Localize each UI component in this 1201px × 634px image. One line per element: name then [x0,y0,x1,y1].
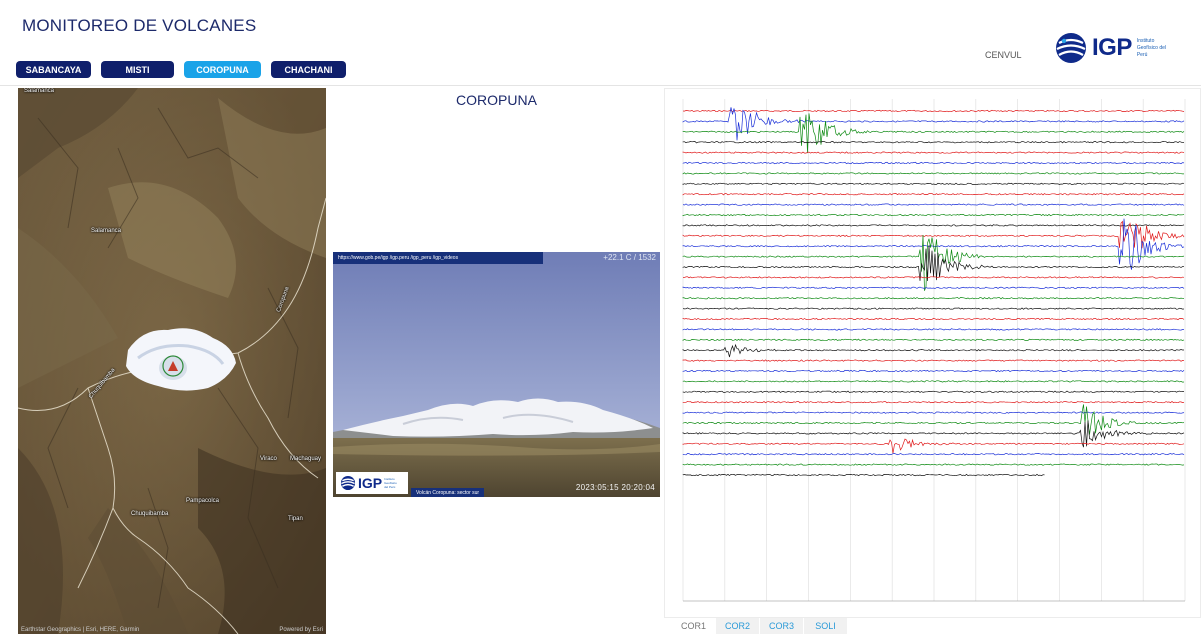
igp-logo[interactable]: IGP Instituto Geofísico del Perú [1054,30,1184,66]
station-tabs: COR1 COR2 COR3 SOLI [672,618,848,634]
tab-coropuna[interactable]: COROPUNA [184,61,261,78]
page-title: MONITOREO DE VOLCANES [22,16,257,35]
seismic-trace [682,297,1185,300]
seismic-trace [682,151,1185,154]
map-label: Chuquibamba [131,511,169,517]
map-attribution: Earthstar Geographics | Esri, HERE, Garm… [21,627,140,633]
logo-text: IGP [1092,34,1132,61]
seismic-trace [682,203,1185,206]
map-imagery [18,88,326,634]
webcam-scene [333,252,660,497]
camera-links-bar[interactable]: https://www.gob.pe/igp /igp.peru /igp_pe… [333,252,543,264]
camera-timestamp: 2023:05:15 20:20:04 [575,483,655,492]
logo-subtitle: Instituto Geofísico del Perú [1136,37,1167,58]
globe-icon [1056,33,1086,63]
globe-icon [340,475,356,491]
seismic-trace [682,359,1185,362]
header-divider [0,85,1201,86]
map-label: Machaguay [290,456,322,462]
tab-cor2[interactable]: COR2 [716,618,759,634]
seismic-trace [682,338,1185,341]
seismic-trace [682,224,1185,227]
camera-caption: Volcán Coropuna: sector sur [411,488,485,497]
seismic-trace [682,172,1184,175]
tab-soli[interactable]: SOLI [804,618,847,634]
seismic-trace [682,182,1185,185]
seismic-trace [682,286,1185,289]
seismic-trace [682,390,1184,393]
seismic-trace [682,113,1185,154]
tab-misti[interactable]: MISTI [101,61,174,78]
camera-igp-logo: IGP Instituto Geofísico del Perú [336,472,408,494]
seismic-trace [682,161,1185,165]
tab-cor3[interactable]: COR3 [760,618,803,634]
seismic-trace [682,307,1185,310]
seismic-trace [682,473,1045,477]
map-powered-by: Powered by Esri [279,627,323,633]
webcam-image[interactable]: https://www.gob.pe/igp /igp.peru /igp_pe… [333,252,660,497]
camera-logo-subtitle: Instituto Geofísico del Perú [384,477,397,489]
map-label: Tipan [288,516,303,522]
seismic-trace [682,213,1185,217]
camera-title: COROPUNA [456,92,537,108]
seismic-trace [682,401,1184,404]
map-label: Salamanca [24,88,55,94]
cenvul-link[interactable]: CENVUL [985,50,1022,60]
seismic-trace [682,107,1185,141]
seismic-trace [682,343,1184,358]
volcano-tabs: SABANCAYA MISTI COROPUNA CHACHANI [16,61,346,78]
seismic-trace [683,276,1185,279]
tab-sabancaya[interactable]: SABANCAYA [16,61,91,78]
seismogram-panel[interactable] [664,88,1201,618]
tab-cor1[interactable]: COR1 [672,618,715,634]
helicorder-plot [682,99,1186,602]
seismic-trace [682,411,1185,414]
seismic-trace [682,380,1185,383]
satellite-map[interactable]: Salamanca Salamanca Coropuna Chuquibamba… [18,88,326,634]
seismic-trace [682,317,1185,321]
page: MONITOREO DE VOLCANES SABANCAYA MISTI CO… [0,0,1201,634]
seismic-trace [682,141,1185,144]
seismic-trace [682,234,1185,291]
seismic-trace [682,404,1185,435]
seismic-trace [682,193,1185,196]
seismic-trace [682,245,1185,282]
map-label: Pampacolca [186,498,220,504]
seismic-trace [682,463,1185,466]
seismic-trace [682,328,1185,331]
seismic-trace [682,369,1185,373]
camera-temperature: +22.1 C / 1532 [603,253,656,262]
seismic-trace [682,109,1185,113]
map-label: Salamanca [91,228,122,234]
map-label: Viraco [260,456,277,462]
seismic-trace [682,453,1185,456]
tab-chachani[interactable]: CHACHANI [271,61,346,78]
camera-logo-text: IGP [358,475,383,491]
seismic-trace [682,438,1185,454]
